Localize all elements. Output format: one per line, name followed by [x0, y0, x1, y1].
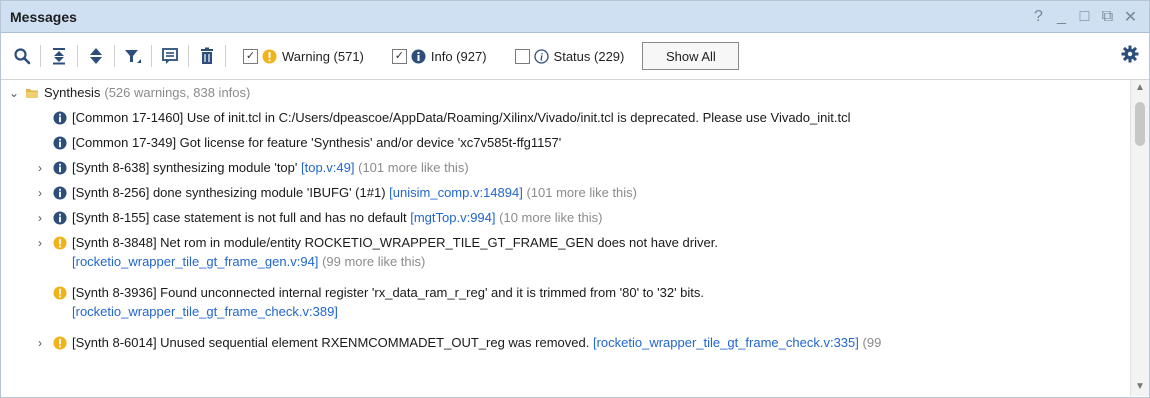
scroll-up-icon[interactable]: ▲ [1131, 82, 1149, 93]
minimize-icon[interactable]: _ [1051, 8, 1072, 26]
message-tree: ⌄ Synthesis (526 warnings, 838 infos) [C… [1, 80, 1149, 396]
gear-icon[interactable] [1121, 45, 1139, 66]
info-icon [53, 211, 67, 225]
info-icon [411, 49, 426, 64]
source-link[interactable]: [top.v:49] [301, 159, 354, 177]
chevron-right-icon[interactable]: › [33, 234, 47, 252]
toolbar-divider [225, 45, 226, 67]
message-text: [Synth 8-155] case statement is not full… [72, 210, 407, 225]
toolbar-divider [77, 45, 78, 67]
group-icon[interactable] [157, 43, 183, 69]
list-item[interactable]: › [Synth 8-3848] Net rom in module/entit… [33, 234, 1033, 252]
message-text: [Synth 8-3848] Net rom in module/entity … [72, 235, 718, 250]
search-icon[interactable] [9, 43, 35, 69]
more-count: (99 more like this) [322, 254, 426, 269]
list-item[interactable]: [Common 17-1460] Use of init.tcl in C:/U… [53, 109, 1129, 127]
synthesis-group-row[interactable]: ⌄ Synthesis (526 warnings, 838 infos) [7, 84, 1129, 102]
more-count: (10 more like this) [499, 210, 603, 225]
title-bar: Messages ? _ □ ⧉ ✕ [1, 1, 1149, 33]
folder-icon [25, 86, 39, 100]
list-item[interactable]: [Common 17-349] Got license for feature … [53, 134, 1129, 152]
list-item[interactable]: [Synth 8-3936] Found unconnected interna… [53, 284, 1129, 302]
status-checkbox[interactable] [514, 48, 530, 64]
info-icon [53, 161, 67, 175]
panel-title: Messages [10, 8, 77, 25]
message-text: [Synth 8-638] synthesizing module 'top' [72, 160, 298, 175]
chevron-right-icon[interactable]: › [33, 184, 47, 202]
info-filter[interactable]: ✓ Info (927) [391, 48, 487, 64]
info-icon [53, 136, 67, 150]
chevron-right-icon[interactable]: › [33, 334, 47, 352]
message-text: [Synth 8-6014] Unused sequential element… [72, 335, 590, 350]
source-link[interactable]: [rocketio_wrapper_tile_gt_frame_check.v:… [72, 303, 338, 321]
warning-icon [262, 49, 277, 64]
float-icon[interactable]: ⧉ [1097, 8, 1118, 26]
list-item-continuation: [rocketio_wrapper_tile_gt_frame_gen.v:94… [72, 253, 1129, 271]
warning-filter[interactable]: ✓ Warning (571) [243, 48, 364, 64]
vertical-scrollbar[interactable]: ▲ ▼ [1130, 80, 1149, 396]
window-controls: ? _ □ ⧉ ✕ [1028, 7, 1149, 27]
show-all-button[interactable]: Show All [642, 42, 740, 70]
scroll-thumb[interactable] [1135, 102, 1145, 146]
list-item-continuation: [rocketio_wrapper_tile_gt_frame_check.v:… [72, 303, 1129, 321]
message-text: [Synth 8-256] done synthesizing module '… [72, 185, 386, 200]
warning-filter-label: Warning (571) [282, 48, 364, 64]
close-icon[interactable]: ✕ [1120, 7, 1141, 27]
group-label: Synthesis [44, 85, 101, 100]
warning-icon [53, 286, 67, 300]
warning-checkbox[interactable]: ✓ [243, 48, 258, 64]
source-link[interactable]: [unisim_comp.v:14894] [389, 184, 523, 202]
list-item[interactable]: › [Synth 8-638] synthesizing module 'top… [33, 159, 1129, 177]
toolbar: ✓ Warning (571) ✓ Info (927) i Status (2… [1, 33, 1149, 80]
scroll-down-icon[interactable]: ▼ [1131, 381, 1149, 392]
group-summary: (526 warnings, 838 infos) [104, 85, 251, 100]
chevron-down-icon[interactable]: ⌄ [7, 84, 21, 102]
source-link[interactable]: [mgtTop.v:994] [410, 209, 495, 227]
chevron-right-icon[interactable]: › [33, 209, 47, 227]
toolbar-divider [40, 45, 41, 67]
filter-icon[interactable] [120, 43, 146, 69]
delete-icon[interactable] [194, 43, 220, 69]
source-link[interactable]: [rocketio_wrapper_tile_gt_frame_gen.v:94… [72, 253, 318, 271]
more-count: (99 [862, 335, 882, 350]
status-filter-label: Status (229) [553, 48, 625, 64]
warning-icon [53, 236, 67, 250]
list-item[interactable]: › [Synth 8-6014] Unused sequential eleme… [33, 334, 1129, 352]
more-count: (101 more like this) [526, 185, 638, 200]
message-text: [Common 17-349] Got license for feature … [72, 135, 562, 150]
status-icon: i [533, 48, 549, 64]
info-checkbox[interactable]: ✓ [391, 48, 407, 64]
list-item[interactable]: › [Synth 8-155] case statement is not fu… [33, 209, 1129, 227]
message-text: [Synth 8-3936] Found unconnected interna… [72, 285, 704, 300]
list-item[interactable]: › [Synth 8-256] done synthesizing module… [33, 184, 1129, 202]
maximize-icon[interactable]: □ [1074, 8, 1095, 26]
message-text: [Common 17-1460] Use of init.tcl in C:/U… [72, 110, 851, 125]
toolbar-divider [188, 45, 189, 67]
messages-panel: Messages ? _ □ ⧉ ✕ ✓ Warning (571) ✓ Inf… [0, 0, 1150, 398]
info-icon [53, 111, 67, 125]
help-icon[interactable]: ? [1028, 8, 1049, 26]
toolbar-divider [151, 45, 152, 67]
status-filter[interactable]: i Status (229) [514, 48, 625, 64]
more-count: (101 more like this) [358, 160, 469, 175]
expand-all-icon[interactable] [83, 43, 109, 69]
info-filter-label: Info (927) [430, 48, 487, 64]
warning-icon [53, 336, 67, 350]
source-link[interactable]: [rocketio_wrapper_tile_gt_frame_check.v:… [593, 334, 859, 352]
info-icon [53, 186, 67, 200]
chevron-right-icon[interactable]: › [33, 159, 47, 177]
svg-text:i: i [540, 52, 543, 63]
collapse-all-icon[interactable] [46, 43, 72, 69]
toolbar-divider [114, 45, 115, 67]
